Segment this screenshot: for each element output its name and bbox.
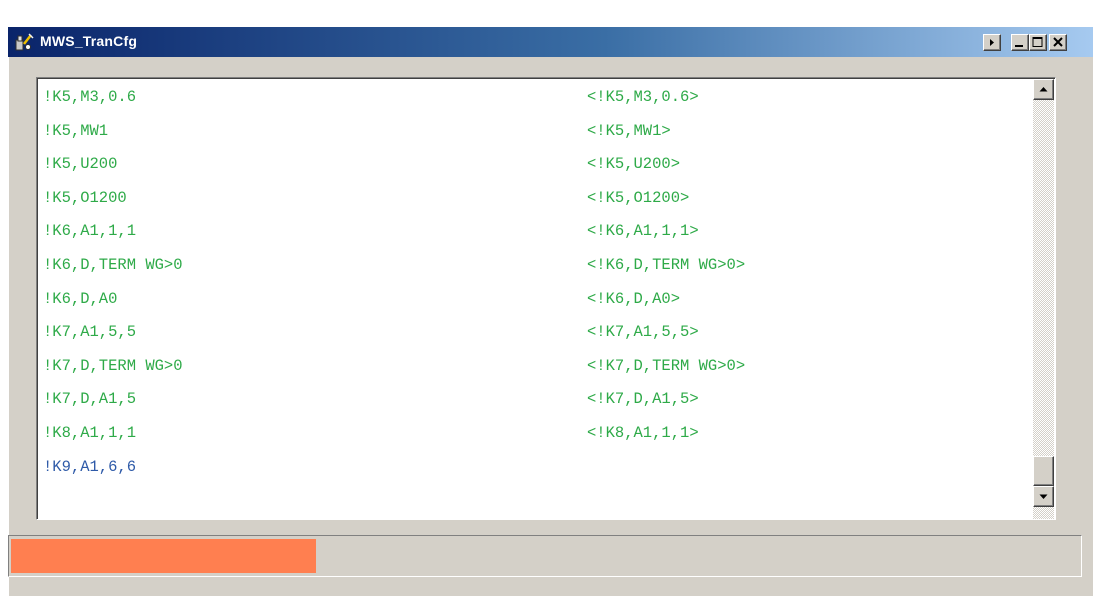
log-row-command: !K7,D,A1,5	[43, 390, 137, 409]
log-row[interactable]: !K5,U200 <!K5,U200>	[38, 148, 1033, 181]
progress-bar	[8, 535, 1082, 577]
log-row-response: <!K7,D,TERM WG>0>	[587, 356, 746, 375]
log-row-response: <!K6,A1,1,1>	[587, 222, 699, 241]
log-row-response: <!K5,MW1>	[587, 121, 671, 140]
scroll-down-button[interactable]	[1033, 486, 1054, 507]
scroll-thumb[interactable]	[1033, 456, 1054, 486]
log-row-command: !K8,A1,1,1	[43, 424, 137, 442]
log-list[interactable]: !K5,M3,0.6 <!K5,M3,0.6> !K5,MW1 <!K5,MW1> !K…	[37, 78, 1055, 519]
log-row-command: !K5,M3,0.6	[43, 88, 137, 106]
scroll-up-arrow-icon	[1039, 87, 1048, 92]
log-row-command: !K7,D,TERM WG>0	[43, 356, 183, 375]
maximize-button[interactable]	[1029, 34, 1047, 51]
vertical-scrollbar[interactable]	[1033, 79, 1054, 519]
log-row-response: <!K7,D,A1,5>	[587, 390, 699, 409]
log-row-response: <!K6,D,A0>	[587, 289, 681, 308]
log-row-response: <!K5,U200>	[587, 155, 681, 174]
log-row-command: !K7,A1,5,5	[43, 323, 137, 342]
menu-arrow-button[interactable]	[983, 34, 1001, 51]
log-row[interactable]: !K6,D,A0 <!K6,D,A0>	[38, 283, 1033, 316]
log-row[interactable]: !K6,D,TERM WG>0 <!K6,D,TERM WG>0>	[38, 249, 1033, 282]
log-row[interactable]: !K7,A1,5,5 <!K7,A1,5,5>	[38, 316, 1033, 349]
menu-arrow-icon	[990, 39, 994, 46]
log-row[interactable]: !K7,D,A1,5 <!K7,D,A1,5>	[38, 383, 1033, 416]
log-row-response: <!K8,A1,1,1>	[587, 424, 699, 442]
log-list-frame: !K5,M3,0.6 <!K5,M3,0.6> !K5,MW1 <!K5,MW1> !K…	[36, 77, 1056, 520]
scroll-up-button[interactable]	[1033, 79, 1054, 100]
log-row[interactable]: !K5,O1200 <!K5,O1200>	[38, 182, 1033, 215]
app-tools-icon	[15, 33, 34, 51]
progress-fill	[11, 539, 317, 573]
window-title: MWS_TranCfg	[40, 33, 138, 49]
log-row-response: <!K6,D,TERM WG>0>	[587, 256, 746, 274]
log-row-command: !K5,O1200	[43, 188, 127, 207]
scroll-down-arrow-icon	[1039, 494, 1048, 499]
log-row[interactable]: !K9,A1,6,6	[38, 451, 1033, 484]
minimize-icon	[1015, 45, 1023, 47]
log-row-command: !K9,A1,6,6	[43, 457, 137, 476]
log-row-command: !K6,D,TERM WG>0	[43, 256, 183, 274]
log-row-command: !K5,MW1	[43, 121, 109, 140]
close-icon	[1053, 37, 1063, 47]
log-row[interactable]: !K7,D,TERM WG>0 <!K7,D,TERM WG>0>	[38, 350, 1033, 383]
log-row-command: !K5,U200	[43, 155, 118, 174]
log-rows: !K5,M3,0.6 <!K5,M3,0.6> !K5,MW1 <!K5,MW1> !K…	[38, 79, 1033, 519]
log-row-response: <!K7,A1,5,5>	[587, 323, 699, 342]
close-button[interactable]	[1049, 34, 1067, 51]
maximize-icon	[1032, 37, 1043, 47]
progress-track	[11, 539, 1079, 573]
log-row-response: <!K5,M3,0.6>	[587, 88, 699, 106]
log-row[interactable]: !K5,M3,0.6 <!K5,M3,0.6>	[38, 81, 1033, 114]
log-row-command: !K6,A1,1,1	[43, 222, 137, 241]
log-row[interactable]: !K5,MW1 <!K5,MW1>	[38, 115, 1033, 148]
minimize-button[interactable]	[1011, 34, 1029, 51]
log-row-command: !K6,D,A0	[43, 289, 118, 308]
title-bar[interactable]: MWS_TranCfg	[8, 27, 1093, 57]
log-row-response: <!K5,O1200>	[587, 188, 690, 207]
log-row[interactable]: !K8,A1,1,1 <!K8,A1,1,1>	[38, 417, 1033, 450]
log-row[interactable]: !K6,A1,1,1 <!K6,A1,1,1>	[38, 215, 1033, 248]
